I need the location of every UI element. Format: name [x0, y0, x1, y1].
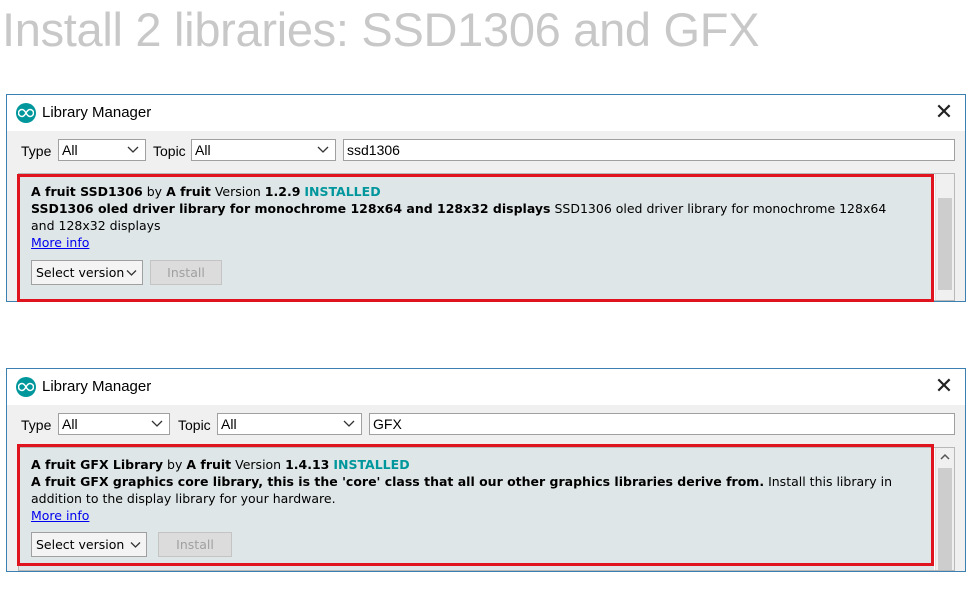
chevron-down-icon — [317, 146, 329, 153]
library-item-selected[interactable]: A fruit GFX Library by A fruit Version 1… — [19, 448, 934, 570]
select-version-label: Select version — [36, 537, 125, 552]
install-button[interactable]: Install — [150, 260, 222, 285]
type-dropdown[interactable]: All — [58, 139, 146, 161]
type-label: Type — [21, 143, 52, 159]
library-item-selected[interactable]: A fruit SSD1306 by A fruit Version 1.2.9… — [19, 174, 934, 300]
installed-badge: INSTALLED — [333, 457, 410, 472]
version-label: Version — [235, 457, 282, 472]
library-manager-window-ssd1306: Library Manager ✕ Type All Topic All A f… — [6, 94, 966, 302]
filter-bar: Type All Topic All — [7, 131, 965, 169]
more-info-link[interactable]: More info — [31, 508, 89, 523]
type-label: Type — [21, 417, 52, 433]
filter-bar: Type All Topic All — [7, 405, 965, 443]
select-version-dropdown[interactable]: Select version — [31, 260, 143, 285]
library-description: SSD1306 oled driver library for monochro… — [31, 200, 912, 234]
arduino-logo-icon — [16, 103, 36, 123]
library-summary: A fruit GFX graphics core library, this … — [31, 474, 765, 489]
by-label: by — [146, 184, 163, 199]
scrollbar[interactable] — [935, 174, 954, 300]
topic-dropdown[interactable]: All — [217, 413, 362, 435]
search-input[interactable] — [343, 139, 955, 161]
window-body: Type All Topic All A fruit GFX Library b… — [7, 405, 965, 571]
scrollbar-thumb[interactable] — [938, 198, 952, 290]
title-bar: Library Manager ✕ — [7, 95, 965, 131]
close-button[interactable]: ✕ — [932, 99, 956, 125]
scrollbar[interactable] — [935, 448, 954, 570]
type-dropdown-value: All — [62, 416, 78, 432]
chevron-down-icon — [130, 542, 141, 548]
library-version: 1.4.13 — [285, 457, 330, 472]
by-label: by — [167, 457, 183, 472]
chevron-down-icon — [151, 420, 163, 427]
search-input[interactable] — [369, 413, 955, 435]
window-title: Library Manager — [42, 378, 152, 395]
topic-label: Topic — [153, 143, 186, 159]
window-body: Type All Topic All A fruit SSD1306 by A … — [7, 131, 965, 301]
chevron-down-icon — [126, 270, 137, 276]
chevron-down-icon — [127, 146, 139, 153]
scroll-up-arrow-icon[interactable] — [939, 452, 951, 462]
select-version-dropdown[interactable]: Select version — [31, 532, 147, 557]
library-header-line: A fruit SSD1306 by A fruit Version 1.2.9… — [31, 183, 912, 200]
library-author: A fruit — [186, 457, 232, 472]
select-version-label: Select version — [36, 265, 125, 280]
version-label: Version — [214, 184, 261, 199]
install-button[interactable]: Install — [158, 532, 232, 557]
topic-dropdown-value: All — [195, 142, 211, 158]
scrollbar-thumb[interactable] — [938, 468, 952, 570]
window-title: Library Manager — [42, 104, 152, 121]
chevron-down-icon — [343, 420, 355, 427]
close-button[interactable]: ✕ — [932, 373, 956, 399]
library-author: A fruit — [166, 184, 211, 199]
type-dropdown-value: All — [62, 142, 78, 158]
arduino-logo-icon — [16, 377, 36, 397]
library-description: A fruit GFX graphics core library, this … — [31, 473, 912, 507]
library-manager-window-gfx: Library Manager ✕ Type All Topic All A f… — [6, 368, 966, 572]
installed-badge: INSTALLED — [304, 184, 381, 199]
title-bar: Library Manager ✕ — [7, 369, 965, 405]
library-version: 1.2.9 — [264, 184, 301, 199]
library-list: A fruit GFX Library by A fruit Version 1… — [18, 447, 955, 571]
more-info-link[interactable]: More info — [31, 235, 89, 250]
topic-label: Topic — [178, 417, 211, 433]
topic-dropdown[interactable]: All — [191, 139, 336, 161]
library-header-line: A fruit GFX Library by A fruit Version 1… — [31, 456, 912, 473]
page-heading: Install 2 libraries: SSD1306 and GFX — [2, 3, 760, 56]
library-summary: SSD1306 oled driver library for monochro… — [31, 201, 551, 216]
library-name: A fruit SSD1306 — [31, 184, 143, 199]
topic-dropdown-value: All — [221, 416, 237, 432]
type-dropdown[interactable]: All — [58, 413, 170, 435]
library-name: A fruit GFX Library — [31, 457, 164, 472]
library-list: A fruit SSD1306 by A fruit Version 1.2.9… — [18, 173, 955, 301]
